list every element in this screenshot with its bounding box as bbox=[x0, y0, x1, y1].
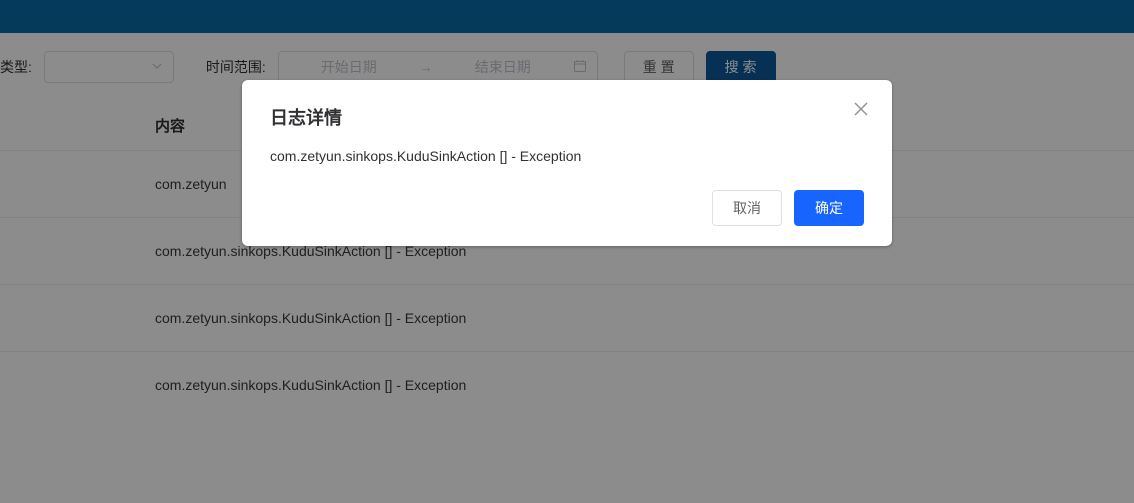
cancel-button[interactable]: 取消 bbox=[712, 190, 782, 226]
modal-title: 日志详情 bbox=[270, 104, 864, 130]
modal-overlay[interactable]: 日志详情 com.zetyun.sinkops.KuduSinkAction [… bbox=[0, 0, 1134, 503]
confirm-button[interactable]: 确定 bbox=[794, 190, 864, 226]
log-detail-modal: 日志详情 com.zetyun.sinkops.KuduSinkAction [… bbox=[242, 80, 892, 246]
close-icon[interactable] bbox=[852, 100, 870, 123]
modal-footer: 取消 确定 bbox=[270, 190, 864, 226]
modal-content: com.zetyun.sinkops.KuduSinkAction [] - E… bbox=[270, 148, 864, 164]
